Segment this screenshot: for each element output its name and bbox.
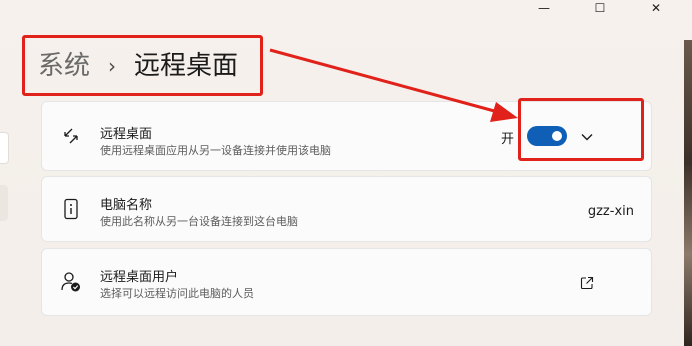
minimize-icon: — — [538, 1, 550, 15]
open-external-icon — [580, 276, 594, 290]
user-check-icon — [60, 271, 82, 293]
minimize-button[interactable]: — — [516, 0, 572, 16]
toggle-state-label: 开 — [501, 132, 515, 147]
close-icon: ✕ — [650, 1, 662, 15]
annotation-box-breadcrumb — [22, 35, 263, 96]
pc-name-title: 电脑名称 — [100, 198, 153, 213]
nav-pane-edge-selected — [0, 185, 8, 221]
remote-desktop-description: 使用远程桌面应用从另一设备连接并使用该电脑 — [100, 144, 331, 157]
remote-users-description: 选择可以远程访问此电脑的人员 — [100, 287, 254, 300]
remote-desktop-title: 远程桌面 — [100, 127, 153, 142]
open-external-button[interactable] — [580, 275, 594, 294]
annotation-box-toggle — [518, 98, 644, 161]
maximize-button[interactable]: ☐ — [572, 0, 628, 16]
close-button[interactable]: ✕ — [628, 0, 684, 16]
nav-pane-edge — [0, 132, 9, 164]
remote-desktop-icon — [60, 125, 82, 147]
remote-users-card[interactable]: 远程桌面用户 选择可以远程访问此电脑的人员 — [41, 248, 652, 316]
remote-users-title: 远程桌面用户 — [100, 270, 179, 285]
maximize-icon: ☐ — [594, 1, 606, 15]
pc-info-icon — [60, 198, 82, 220]
window-controls: — ☐ ✕ — [516, 0, 684, 16]
pc-name-value: gzz-xin — [587, 204, 634, 219]
pc-name-card: 电脑名称 使用此名称从另一台设备连接到这台电脑 — [41, 176, 652, 242]
desktop-background-edge — [684, 40, 692, 346]
pc-name-description: 使用此名称从另一台设备连接到这台电脑 — [100, 215, 298, 228]
